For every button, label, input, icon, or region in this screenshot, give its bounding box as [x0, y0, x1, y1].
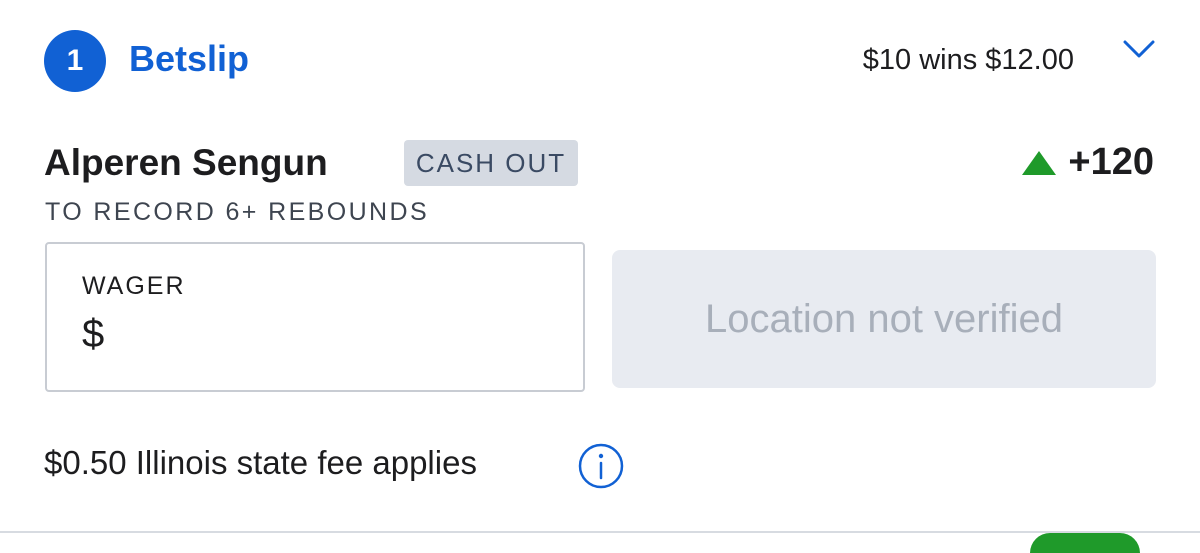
currency-symbol: $ — [82, 312, 105, 356]
bet-summary: $10 wins $12.00 — [862, 44, 1074, 76]
wager-label: WAGER — [82, 272, 186, 300]
betslip-title[interactable]: Betslip — [129, 38, 249, 80]
wager-field[interactable]: WAGER $ — [45, 242, 585, 392]
player-name: Alperen Sengun — [44, 142, 328, 183]
market-description: TO RECORD 6+ REBOUNDS — [45, 198, 430, 226]
triangle-up-icon — [1022, 150, 1057, 175]
place-bet-button-edge[interactable] — [1030, 533, 1140, 553]
odds-value: +120 — [1068, 141, 1154, 183]
info-icon[interactable] — [577, 442, 625, 490]
betslip-header[interactable]: 1 Betslip $10 wins $12.00 — [0, 0, 1200, 120]
odds-display: +120 — [1022, 141, 1154, 184]
state-fee-text: $0.50 Illinois state fee applies — [44, 444, 477, 481]
wager-input[interactable]: $ — [82, 312, 104, 357]
divider — [0, 531, 1200, 533]
chevron-down-icon[interactable] — [1122, 38, 1156, 60]
location-not-verified-button[interactable]: Location not verified — [612, 250, 1156, 388]
bet-count-badge: 1 — [44, 30, 106, 92]
cash-out-badge: CASH OUT — [404, 140, 578, 186]
